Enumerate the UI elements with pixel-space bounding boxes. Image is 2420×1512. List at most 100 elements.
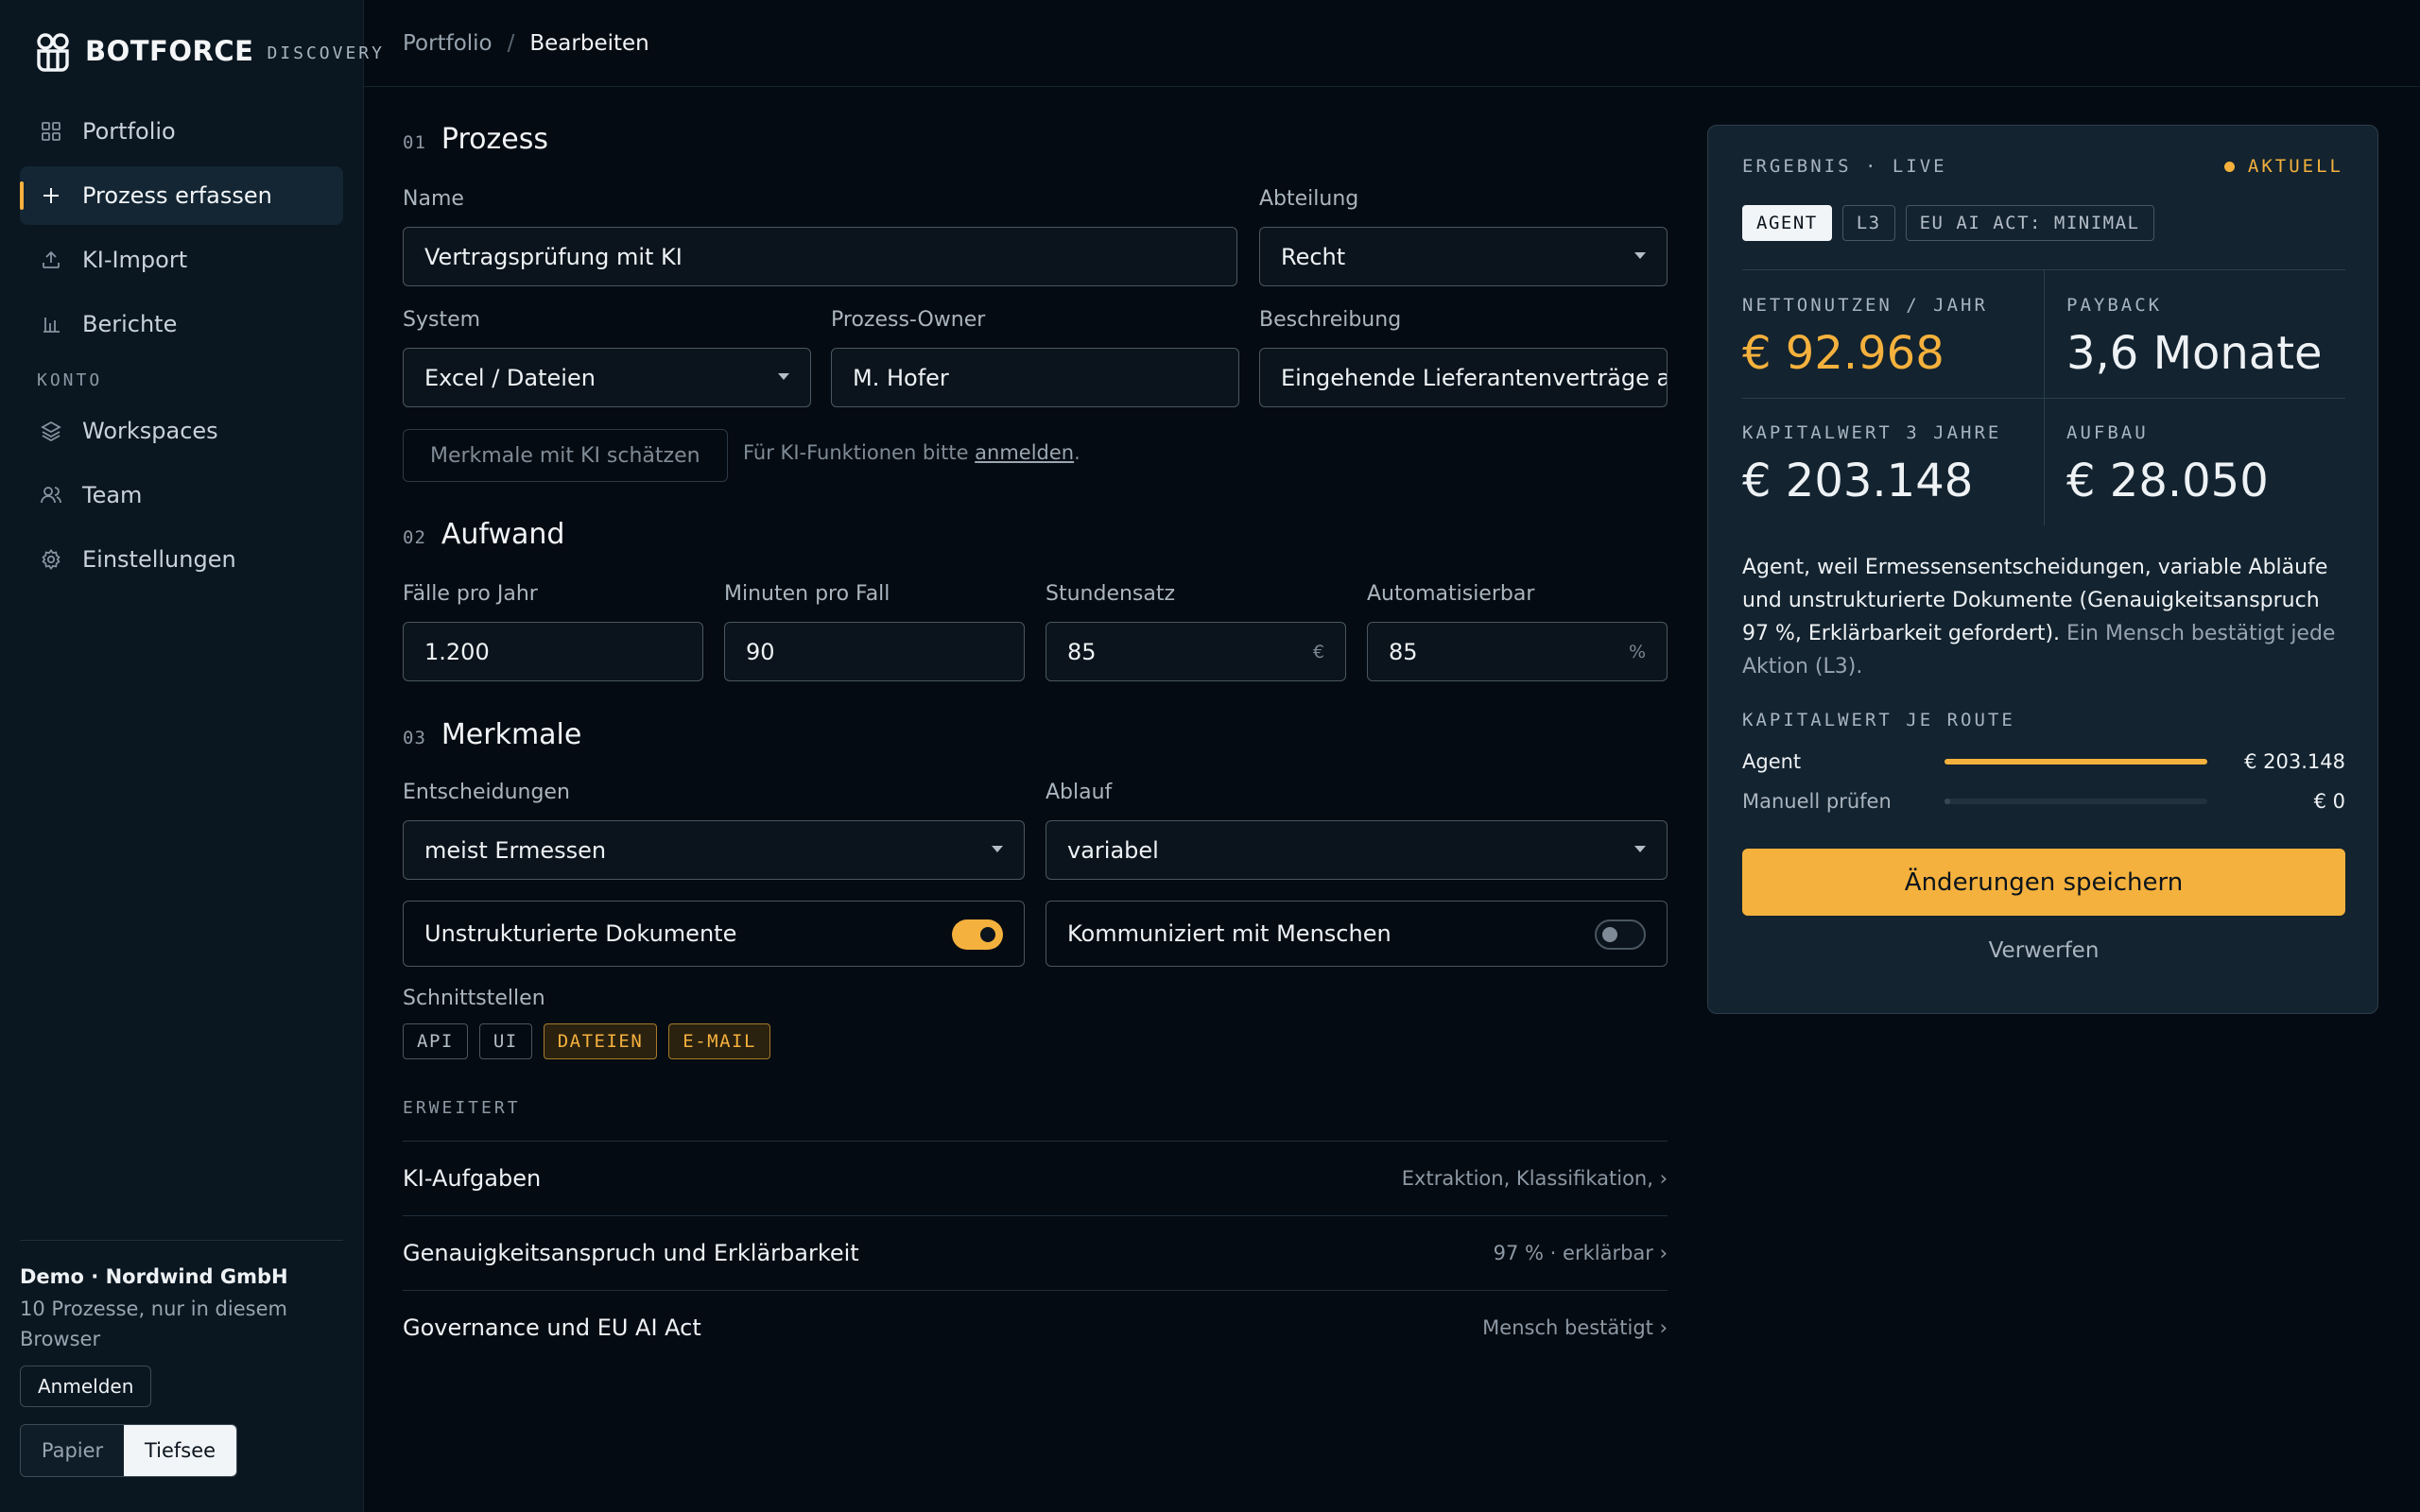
abteilung-value: Recht (1281, 243, 1346, 270)
result-title: ERGEBNIS · LIVE (1742, 156, 1947, 177)
toggle-kommuniziert-mit-menschen[interactable]: Kommuniziert mit Menschen (1046, 901, 1668, 967)
ai-estimate-button[interactable]: Merkmale mit KI schätzen (403, 429, 728, 482)
kpi-grid: NETTONUTZEN / JAHR € 92.968 PAYBACK 3,6 … (1742, 269, 2345, 525)
route-name: Manuell prüfen (1742, 790, 1892, 813)
route-bar-fill (1945, 759, 2207, 765)
ablauf-value: variabel (1067, 836, 1159, 864)
breadcrumb-separator: / (507, 30, 515, 56)
switch-knob (1602, 927, 1617, 942)
account-section-label: KONTO (37, 370, 103, 390)
ai-hint-suffix: . (1074, 441, 1080, 464)
save-button[interactable]: Änderungen speichern (1742, 849, 2345, 916)
plus-icon (37, 181, 65, 210)
users-icon (37, 481, 65, 509)
advanced-row-value: Mensch bestätigt › (1482, 1316, 1668, 1339)
ai-hint: Für KI-Funktionen bitte anmelden. (743, 441, 1080, 464)
owner-input[interactable]: M. Hofer (831, 348, 1239, 407)
nav-item-portfolio[interactable]: Portfolio (20, 102, 343, 161)
kpi-value: € 203.148 (1742, 455, 1974, 507)
status-text: AKTUELL (2247, 156, 2343, 177)
theme-paper-button[interactable]: Papier (21, 1425, 125, 1476)
advanced-row-value: 97 % · erklärbar › (1493, 1242, 1668, 1264)
chip-ui[interactable]: UI (478, 1023, 532, 1059)
theme-deep-button[interactable]: Tiefsee (124, 1425, 236, 1476)
discard-button[interactable]: Verwerfen (1742, 938, 2345, 963)
ablauf-select[interactable]: variabel (1046, 820, 1668, 880)
system-label: System (403, 308, 481, 332)
nav-item-ki-import[interactable]: KI-Import (20, 231, 343, 289)
badge-agent: AGENT (1742, 205, 1832, 241)
entscheidungen-select[interactable]: meist Ermessen (403, 820, 1025, 880)
kpi-label: KAPITALWERT 3 JAHRE (1742, 422, 2002, 443)
route-bar (1945, 799, 2207, 804)
main-nav: Portfolio Prozess erfassen KI-Import Ber… (20, 102, 343, 594)
ai-hint-text: Für KI-Funktionen bitte (743, 441, 976, 464)
percent-unit: % (1628, 641, 1646, 662)
route-value: € 203.148 (2244, 750, 2345, 773)
schnittstellen-chips: API UI DATEIEN E-MAIL (403, 1023, 770, 1059)
kpi-value: 3,6 Monate (2066, 327, 2323, 380)
advanced-row-value: Extraktion, Klassifikation, › (1401, 1167, 1668, 1190)
stundensatz-value: 85 (1067, 638, 1097, 665)
ai-hint-login-link[interactable]: anmelden (975, 441, 1074, 464)
breadcrumb-parent[interactable]: Portfolio (403, 31, 493, 56)
owner-label: Prozess-Owner (831, 308, 986, 332)
advanced-row-genauigkeit[interactable]: Genauigkeitsanspruch und Erklärbarkeit 9… (403, 1215, 1668, 1290)
nav-item-workspaces[interactable]: Workspaces (20, 402, 343, 460)
chip-api[interactable]: API (403, 1023, 468, 1059)
chevron-down-icon (1634, 252, 1646, 259)
ablauf-label: Ablauf (1046, 781, 1113, 804)
kpi-payback: PAYBACK 3,6 Monate (2044, 270, 2345, 398)
login-button[interactable]: Anmelden (20, 1366, 152, 1407)
nav-item-einstellungen[interactable]: Einstellungen (20, 530, 343, 589)
name-input[interactable]: Vertragsprüfung mit KI (403, 227, 1237, 286)
kpi-label: AUFBAU (2066, 422, 2149, 443)
auto-input[interactable]: 85 % (1367, 622, 1668, 681)
advanced-row-governance[interactable]: Governance und EU AI Act Mensch bestätig… (403, 1290, 1668, 1365)
gear-icon (37, 545, 65, 574)
chip-dateien[interactable]: DATEIEN (543, 1023, 658, 1059)
advanced-row-ki-aufgaben[interactable]: KI-Aufgaben Extraktion, Klassifikation, … (403, 1141, 1668, 1215)
sidebar-footer: Demo · Nordwind GmbH 10 Prozesse, nur in… (20, 1240, 343, 1477)
nav-item-label: Prozess erfassen (82, 182, 272, 209)
classification-badges: AGENT L3 EU AI ACT: MINIMAL (1742, 205, 2154, 241)
chip-email[interactable]: E-MAIL (668, 1023, 770, 1059)
theme-toggle: Papier Tiefsee (20, 1424, 237, 1477)
minuten-input[interactable]: 90 (724, 622, 1025, 681)
layers-icon (37, 417, 65, 445)
entscheidungen-value: meist Ermessen (424, 836, 607, 864)
nav-item-label: Portfolio (82, 118, 176, 145)
nav-item-label: Berichte (82, 311, 178, 337)
upload-icon (37, 246, 65, 274)
nav-item-berichte[interactable]: Berichte (20, 295, 343, 353)
nav-item-label: Einstellungen (82, 546, 236, 573)
breadcrumb: Portfolio / Bearbeiten (364, 0, 2420, 87)
nav-item-prozess-erfassen[interactable]: Prozess erfassen (20, 166, 343, 225)
nav-item-team[interactable]: Team (20, 466, 343, 524)
stundensatz-input[interactable]: 85 € (1046, 622, 1346, 681)
nav-item-label: Workspaces (82, 418, 218, 444)
section-merkmale-header: 03 Merkmale (403, 718, 581, 756)
section-number: 03 (403, 728, 426, 748)
result-header: ERGEBNIS · LIVE AKTUELL (1742, 156, 2343, 177)
kpi-nettonutzen: NETTONUTZEN / JAHR € 92.968 (1742, 270, 2044, 398)
system-select[interactable]: Excel / Dateien (403, 348, 811, 407)
toggle-switch-on[interactable] (952, 919, 1003, 950)
entscheidungen-label: Entscheidungen (403, 781, 570, 804)
botforce-logo-icon (37, 33, 69, 72)
section-title: Prozess (441, 123, 548, 156)
beschreibung-input[interactable]: Eingehende Lieferantenverträge a (1259, 348, 1668, 407)
faelle-input[interactable]: 1.200 (403, 622, 703, 681)
brand[interactable]: BOTFORCE DISCOVERY (32, 30, 385, 72)
toggle-unstrukturierte-dokumente[interactable]: Unstrukturierte Dokumente (403, 901, 1025, 967)
status-badge: AKTUELL (2223, 156, 2343, 177)
bar-chart-icon (37, 310, 65, 338)
workspace-subtitle: 10 Prozesse, nur in diesem Browser (20, 1297, 287, 1350)
auto-label: Automatisierbar (1367, 582, 1535, 606)
toggle-switch-off[interactable] (1595, 919, 1646, 950)
kpi-value: € 92.968 (1742, 327, 1945, 380)
route-row-agent: Agent € 203.148 (1742, 747, 2345, 776)
faelle-label: Fälle pro Jahr (403, 582, 538, 606)
abteilung-select[interactable]: Recht (1259, 227, 1668, 286)
kpi-aufbau: AUFBAU € 28.050 (2044, 398, 2345, 525)
